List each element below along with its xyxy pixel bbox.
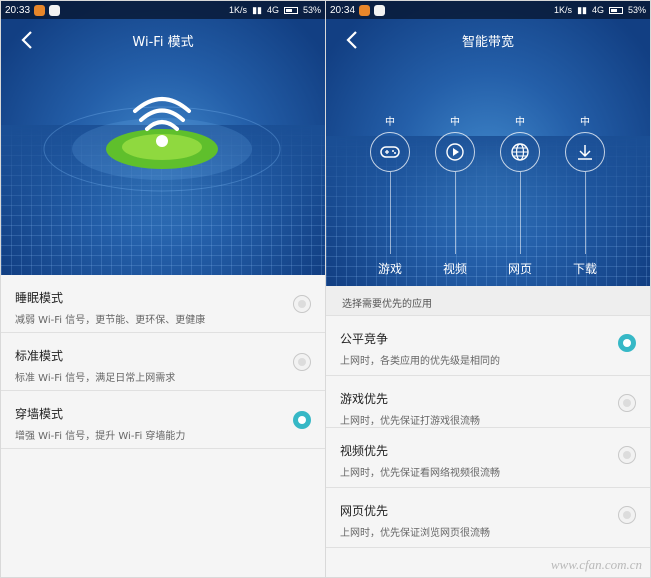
app-line xyxy=(519,172,521,254)
mode-desc: 增强 Wi-Fi 信号，提升 Wi-Fi 穿墙能力 xyxy=(15,431,186,442)
app-column-game[interactable]: 中 游戏 xyxy=(370,113,410,277)
priority-title: 网页优先 xyxy=(340,504,389,518)
mode-radio[interactable] xyxy=(293,353,311,371)
priority-title: 游戏优先 xyxy=(340,392,389,406)
battery-icon xyxy=(283,6,298,14)
battery-percent: 53% xyxy=(302,5,321,15)
title-bar: 智能带宽 xyxy=(326,19,650,61)
app-level: 中 xyxy=(385,117,395,128)
app-line xyxy=(454,172,456,254)
mode-desc: 减弱 Wi-Fi 信号，更节能、更环保、更健康 xyxy=(15,315,206,326)
app-level: 中 xyxy=(515,117,525,128)
priority-desc: 上网时，优先保证打游戏很流畅 xyxy=(340,416,480,427)
priority-desc: 上网时，各类应用的优先级是相同的 xyxy=(340,356,500,367)
mode-title: 睡眠模式 xyxy=(15,291,64,305)
app-badge-icon xyxy=(34,4,46,16)
mode-radio-selected[interactable] xyxy=(293,411,311,429)
app-badge-icon xyxy=(359,4,371,16)
globe-icon[interactable] xyxy=(500,132,540,172)
app-badge-icon xyxy=(49,4,61,16)
battery-percent: 53% xyxy=(627,5,646,15)
priority-desc: 上网时，优先保证浏览网页很流畅 xyxy=(340,528,490,539)
priority-row-web[interactable]: 网页优先 上网时，优先保证浏览网页很流畅 xyxy=(326,488,650,548)
status-time: 20:34 xyxy=(330,4,356,16)
status-bar: 20:33 1K/s ▮▮ 4G 53% xyxy=(1,1,325,19)
priority-row-video[interactable]: 视频优先 上网时，优先保证看网络视频很流畅 xyxy=(326,428,650,488)
app-level: 中 xyxy=(450,117,460,128)
mode-row-wall[interactable]: 穿墙模式 增强 Wi-Fi 信号，提升 Wi-Fi 穿墙能力 xyxy=(1,391,325,449)
gamepad-icon[interactable] xyxy=(370,132,410,172)
mode-list: 睡眠模式 减弱 Wi-Fi 信号，更节能、更环保、更健康 标准模式 标准 Wi-… xyxy=(1,275,325,449)
page-title: Wi-Fi 模式 xyxy=(132,35,194,50)
network-speed: 1K/s xyxy=(554,5,573,15)
priority-radio[interactable] xyxy=(618,394,636,412)
app-line xyxy=(584,172,586,254)
mode-row-sleep[interactable]: 睡眠模式 减弱 Wi-Fi 信号，更节能、更环保、更健康 xyxy=(1,275,325,333)
mode-desc: 标准 Wi-Fi 信号，满足日常上网需求 xyxy=(15,373,176,384)
network-type: 4G xyxy=(266,5,279,15)
priority-radio-selected[interactable] xyxy=(618,334,636,352)
app-column-video[interactable]: 中 视频 xyxy=(435,113,475,277)
wifi-mode-screen: 20:33 1K/s ▮▮ 4G 53% Wi-Fi 模式 睡眠模式 减弱 Wi… xyxy=(1,1,325,577)
mode-title: 标准模式 xyxy=(15,349,64,363)
app-column-download[interactable]: 中 下载 xyxy=(565,113,605,277)
network-speed: 1K/s xyxy=(229,5,248,15)
priority-title: 视频优先 xyxy=(340,444,389,458)
section-header: 选择需要优先的应用 xyxy=(326,286,650,316)
priority-radio[interactable] xyxy=(618,446,636,464)
priority-list: 公平竞争 上网时，各类应用的优先级是相同的 游戏优先 上网时，优先保证打游戏很流… xyxy=(326,316,650,548)
priority-radio[interactable] xyxy=(618,506,636,524)
mode-row-standard[interactable]: 标准模式 标准 Wi-Fi 信号，满足日常上网需求 xyxy=(1,333,325,391)
play-icon[interactable] xyxy=(435,132,475,172)
app-badge-icon xyxy=(374,4,386,16)
signal-icon: ▮▮ xyxy=(252,4,262,15)
status-indicators: 1K/s ▮▮ 4G 53% xyxy=(554,5,646,16)
watermark: www.cfan.com.cn xyxy=(550,557,642,572)
network-type: 4G xyxy=(591,5,604,15)
priority-row-game[interactable]: 游戏优先 上网时，优先保证打游戏很流畅 xyxy=(326,376,650,428)
title-bar: Wi-Fi 模式 xyxy=(1,19,325,61)
app-line xyxy=(389,172,391,254)
signal-icon: ▮▮ xyxy=(577,4,587,15)
status-indicators: 1K/s ▮▮ 4G 53% xyxy=(229,5,321,16)
app-level: 中 xyxy=(580,117,590,128)
priority-row-fair[interactable]: 公平竞争 上网时，各类应用的优先级是相同的 xyxy=(326,316,650,376)
smart-bandwidth-screen: 中 游戏 中 视频 中 网页 中 下载 20:34 1K/s ▮▮ 4G 53%… xyxy=(326,1,650,577)
priority-title: 公平竞争 xyxy=(340,332,389,346)
mode-title: 穿墙模式 xyxy=(15,407,64,421)
priority-desc: 上网时，优先保证看网络视频很流畅 xyxy=(340,468,500,479)
mode-radio[interactable] xyxy=(293,295,311,313)
app-label: 游戏 xyxy=(377,262,402,276)
battery-icon xyxy=(608,6,623,14)
app-column-web[interactable]: 中 网页 xyxy=(500,113,540,277)
app-label: 视频 xyxy=(442,262,467,276)
app-label: 下载 xyxy=(572,262,597,276)
status-time: 20:33 xyxy=(5,4,31,16)
page-title: 智能带宽 xyxy=(461,35,514,50)
status-bar: 20:34 1K/s ▮▮ 4G 53% xyxy=(326,1,650,19)
download-icon[interactable] xyxy=(565,132,605,172)
app-label: 网页 xyxy=(507,262,532,276)
